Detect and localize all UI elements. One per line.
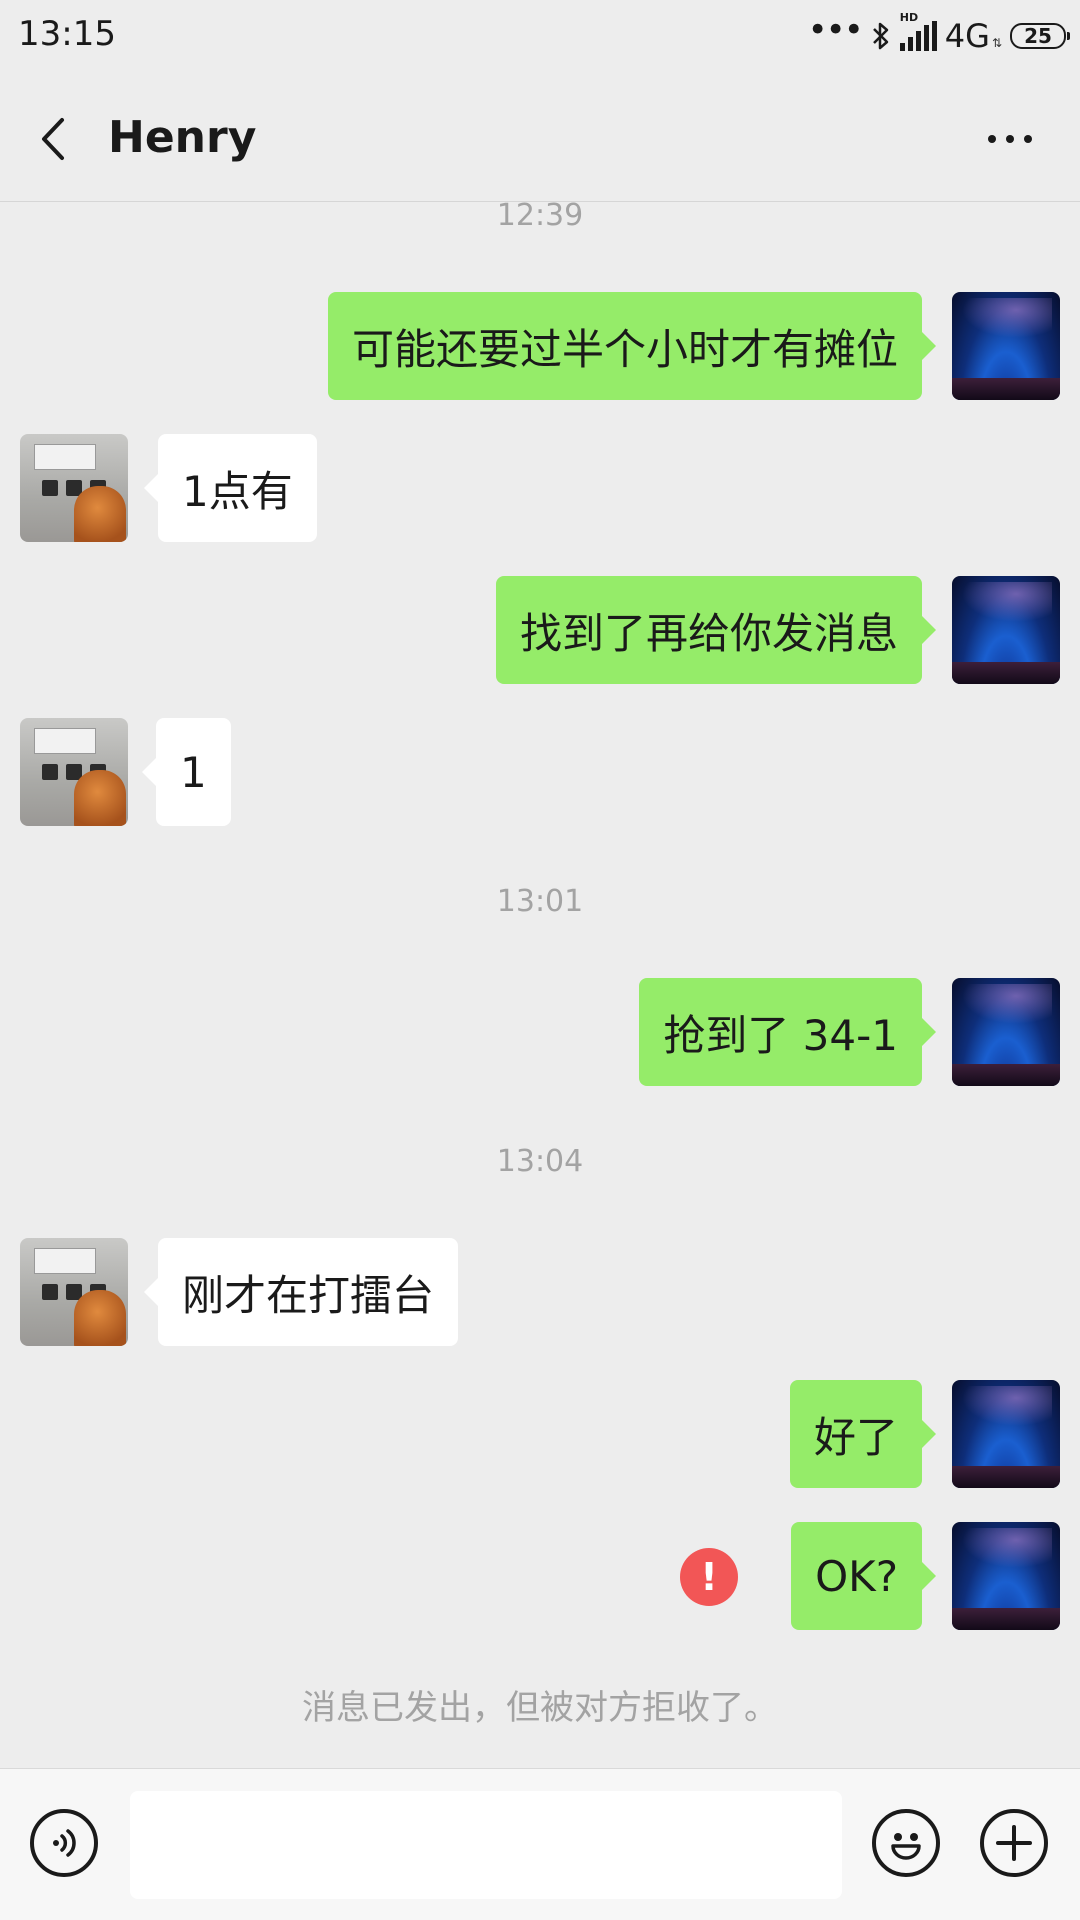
chat-header: Henry bbox=[0, 76, 1080, 202]
self-avatar[interactable] bbox=[952, 1380, 1060, 1488]
message-bubble-received[interactable]: 刚才在打擂台 bbox=[143, 1238, 459, 1346]
chat-title: Henry bbox=[108, 112, 257, 163]
message-bubble-sent-failed[interactable]: OK? bbox=[791, 1522, 936, 1630]
message-bubble-received[interactable]: 1点有 bbox=[144, 434, 317, 542]
timestamp: 13:04 bbox=[496, 1144, 584, 1179]
contact-avatar[interactable] bbox=[20, 434, 128, 542]
signal-icon: HD bbox=[899, 11, 937, 51]
status-icons: ••• HD 4G ⇅ 25 bbox=[807, 10, 1070, 56]
voice-icon[interactable] bbox=[30, 1809, 98, 1877]
network-arrows-icon: ⇅ bbox=[991, 36, 1002, 50]
system-note: 消息已发出，但被对方拒收了。 bbox=[302, 1688, 778, 1728]
status-bar: 13:15 ••• HD 4G ⇅ 25 bbox=[0, 0, 1080, 76]
smiley-icon[interactable] bbox=[872, 1809, 940, 1877]
hd-label: HD bbox=[899, 11, 919, 24]
status-time: 13:15 bbox=[18, 14, 116, 54]
network-type: 4G bbox=[944, 17, 990, 55]
message-bubble-received[interactable]: 1 bbox=[142, 718, 231, 826]
plus-icon[interactable] bbox=[980, 1809, 1048, 1877]
bluetooth-icon bbox=[872, 22, 889, 50]
battery-icon: 25 bbox=[1010, 23, 1070, 49]
ellipsis-icon[interactable] bbox=[980, 124, 1040, 154]
self-avatar[interactable] bbox=[952, 978, 1060, 1086]
self-avatar[interactable] bbox=[952, 292, 1060, 400]
exclamation-icon[interactable]: ! bbox=[680, 1548, 738, 1606]
chevron-left-icon[interactable] bbox=[30, 114, 80, 164]
battery-level: 25 bbox=[1024, 24, 1052, 48]
message-bubble-sent[interactable]: 找到了再给你发消息 bbox=[495, 576, 937, 684]
message-bubble-sent[interactable]: 可能还要过半个小时才有摊位 bbox=[327, 292, 937, 400]
self-avatar[interactable] bbox=[952, 1522, 1060, 1630]
timestamp: 13:01 bbox=[496, 884, 584, 919]
self-avatar[interactable] bbox=[952, 576, 1060, 684]
notification-dots-icon: ••• bbox=[807, 10, 864, 50]
message-bubble-sent[interactable]: 好了 bbox=[789, 1380, 937, 1488]
contact-avatar[interactable] bbox=[20, 1238, 128, 1346]
timestamp: 12:39 bbox=[496, 198, 584, 233]
contact-avatar[interactable] bbox=[20, 718, 128, 826]
input-bar bbox=[0, 1768, 1080, 1920]
message-bubble-sent[interactable]: 抢到了 34-1 bbox=[639, 978, 936, 1086]
message-input[interactable] bbox=[130, 1791, 842, 1899]
